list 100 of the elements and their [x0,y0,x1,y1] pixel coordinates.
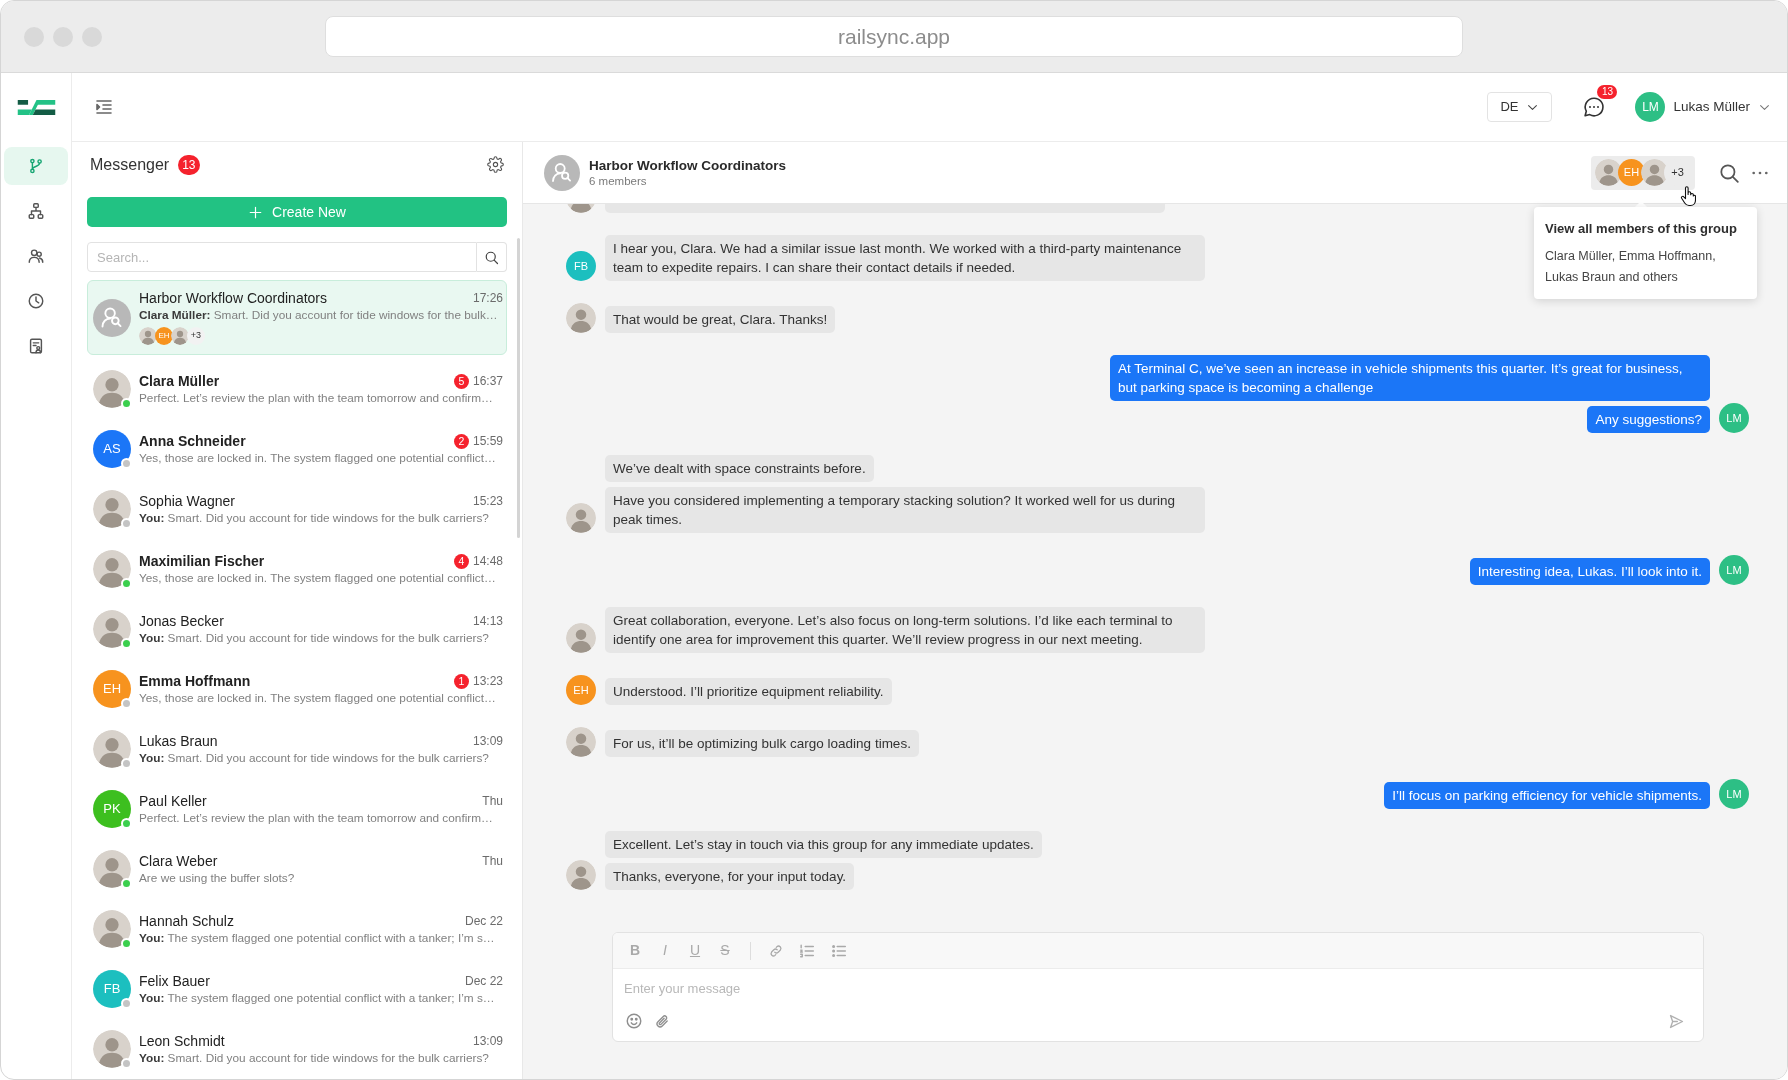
conversation-item[interactable]: Jonas Becker 14:13 You: Smart. Did you account for tide windows for the bulk carriers? [87,599,507,659]
avatar: EH [93,670,131,708]
conversation-item[interactable]: Hannah Schulz Dec 22 You: The system flagged one potential conflict with a tanker; I’m s… [87,899,507,959]
conversation-item[interactable]: Clara Weber Thu Are we using the buffer slots? [87,839,507,899]
message-bubble: I’ll focus on parking efficiency for vehicle shipments. [1384,782,1710,809]
user-menu[interactable]: LM Lukas Müller [1635,92,1771,122]
avatar-icon [566,623,596,653]
message-preview: Perfect. Let’s review the plan with the team tomorrow and confirm… [139,809,494,826]
document-user-icon [27,337,45,355]
conversation-item[interactable]: FB Felix Bauer Dec 22 You: The system flagged one potential conflict with a tanker; I’m s… [87,959,507,1019]
avatar: AS [93,430,131,468]
message-preview: Are we using the buffer slots? [139,869,296,886]
conversation-item[interactable]: Maximilian Fischer 4 14:48 Yes, those are locked in. The system flagged one potential conflict… [87,539,507,599]
contact-name: Maximilian Fischer [139,552,266,570]
message-bubble: That would be great, Clara. Thanks! [605,306,836,333]
search-icon[interactable] [1718,161,1740,184]
group-avatar-icon [93,298,131,337]
avatar: PK [93,790,131,828]
message-time: 17:26 [472,290,503,307]
contact-name: Hannah Schulz [139,912,235,930]
tooltip-text: Clara Müller, Emma Hoffmann, Lukas Braun and others [1545,248,1717,286]
message-preview: Yes, those are locked in. The system flagged one potential conflict… [139,569,497,586]
avatar-icon [93,550,131,588]
message-time: 15:23 [472,492,503,510]
avatar-icon [171,327,189,345]
notification-badge: 13 [1597,85,1618,99]
scrollbar[interactable] [517,238,520,538]
message-time: Dec 22 [464,912,503,930]
message-preview: Yes, those are locked in. The system flagged one potential conflict… [139,449,497,466]
language-dropdown[interactable]: DE [1487,92,1553,122]
avatar: EH [566,675,596,705]
message-bubble: Understood. I’ll prioritize equipment reliability. [605,678,892,705]
chat-title: Harbor Workflow Coordinators [589,156,786,174]
avatar: EH [1618,159,1645,186]
menu-icon[interactable] [94,97,114,117]
contact-name: Harbor Workflow Coordinators [139,290,329,307]
more-icon[interactable] [1751,169,1769,176]
avatar-icon [566,303,596,333]
message-preview: Perfect. Let’s review the plan with the team tomorrow and confirm… [139,389,494,406]
message-bubble: Great collaboration, everyone. Let’s also focus on long-term solutions. I’d like each terminal to identify one area for improvement this quarter. We’ll review progress in our next meeting. [605,607,1205,653]
contact-name: Felix Bauer [139,972,211,990]
avatar: LM [1719,555,1749,585]
message-time: Dec 22 [464,972,503,990]
conversation-item[interactable]: AS Anna Schneider 2 15:59 Yes, those are locked in. The system flagged one potential conflict… [87,419,507,479]
emoji-icon[interactable] [625,1012,643,1030]
tooltip-title: View all members of this group [1545,220,1738,238]
link-icon[interactable] [768,942,784,959]
paperclip-icon[interactable] [654,1012,671,1030]
conversation-item[interactable]: Sophia Wagner 15:23 You: Smart. Did you account for tide windows for the bulk carriers? [87,479,507,539]
settings-icon[interactable] [487,156,504,173]
message-preview: You: The system flagged one potential conflict with a tanker; I’m s… [139,929,496,946]
contact-name: Clara Müller [139,372,221,390]
avatar-icon [93,910,131,948]
conversation-item[interactable]: Clara Müller 5 16:37 Perfect. Let’s review the plan with the team tomorrow and confirm… [87,359,507,419]
send-icon[interactable] [1668,1012,1685,1030]
message-bubble: Have you considered implementing a temporary stacking solution? It worked well for us during peak times. [605,487,1205,533]
contact-name: Paul Keller [139,792,208,810]
search-field[interactable]: Search... [87,242,477,272]
conversation-item[interactable]: EH Emma Hoffmann 1 13:23 Yes, those are locked in. The system flagged one potential conflict… [87,659,507,719]
message-time: Thu [482,852,503,870]
avatar: LM [1719,403,1749,433]
avatar-icon [93,730,131,768]
contact-name: Clara Weber [139,852,219,870]
contact-name: Leon Schmidt [139,1032,226,1050]
message-bubble: For us, it’ll be optimizing bulk cargo loading times. [605,730,919,757]
conversation-item[interactable]: PK Paul Keller Thu Perfect. Let’s review the plan with the team tomorrow and confirm… [87,779,507,839]
message-bubble: At Terminal C, we’ve seen an increase in vehicle shipments this quarter. It’s great for business, but parking space is becoming a challenge [1110,355,1710,401]
contact-name: Sophia Wagner [139,492,236,510]
message-preview: Yes, those are locked in. The system flagged one potential conflict… [139,689,497,706]
avatar-icon [139,327,157,345]
message-preview: Clara Müller: Smart. Did you account for tide windows for the bulk… [139,307,499,323]
conversation-item[interactable]: Leon Schmidt 13:09 You: Smart. Did you account for tide windows for the bulk carriers? [87,1019,507,1079]
message-bubble: Thanks, everyone, for your input today. [605,863,855,890]
avatar-icon [566,727,596,757]
branch-icon [27,157,45,175]
message-preview: You: Smart. Did you account for tide windows for the bulk carriers? [139,509,490,526]
message-preview: You: Smart. Did you account for tide windows for the bulk carriers? [139,1049,490,1066]
clock-icon [27,292,45,310]
avatar: LM [1719,779,1749,809]
unread-badge: 2 [453,433,469,449]
avatar-icon [566,860,596,890]
logo-icon [16,100,56,115]
message-time: 15:59 [472,432,503,450]
unread-badge: 1 [453,673,469,689]
panel-title: Messenger [90,154,170,175]
message-bubble: I hear you, Clara. We had a similar issue last month. We worked with a third-party maintenance team to expedite repairs. I can share their contact details if needed. [605,235,1205,281]
sitemap-icon [27,202,45,220]
members-button[interactable]: EH +3 [1591,155,1695,190]
avatar-icon [566,503,596,533]
search-button[interactable] [477,242,507,272]
avatar-icon [93,490,131,528]
conversation-item[interactable]: Harbor Workflow Coordinators 17:26 Clara Müller: Smart. Did you account for tide windows for the bulk… EH +3 [87,280,507,355]
member-count: 6 members [589,173,648,189]
conversation-item[interactable]: Lukas Braun 13:09 You: Smart. Did you account for tide windows for the bulk carriers? [87,719,507,779]
avatar-icon [566,204,596,213]
message-time: 14:13 [472,612,503,630]
chat-icon[interactable] [1582,95,1607,119]
message-preview: You: Smart. Did you account for tide windows for the bulk carriers? [139,749,490,766]
more-members-count: +3 [187,327,205,345]
message-bubble: Excellent. Let’s stay in touch via this group for any immediate updates. [605,831,1042,858]
